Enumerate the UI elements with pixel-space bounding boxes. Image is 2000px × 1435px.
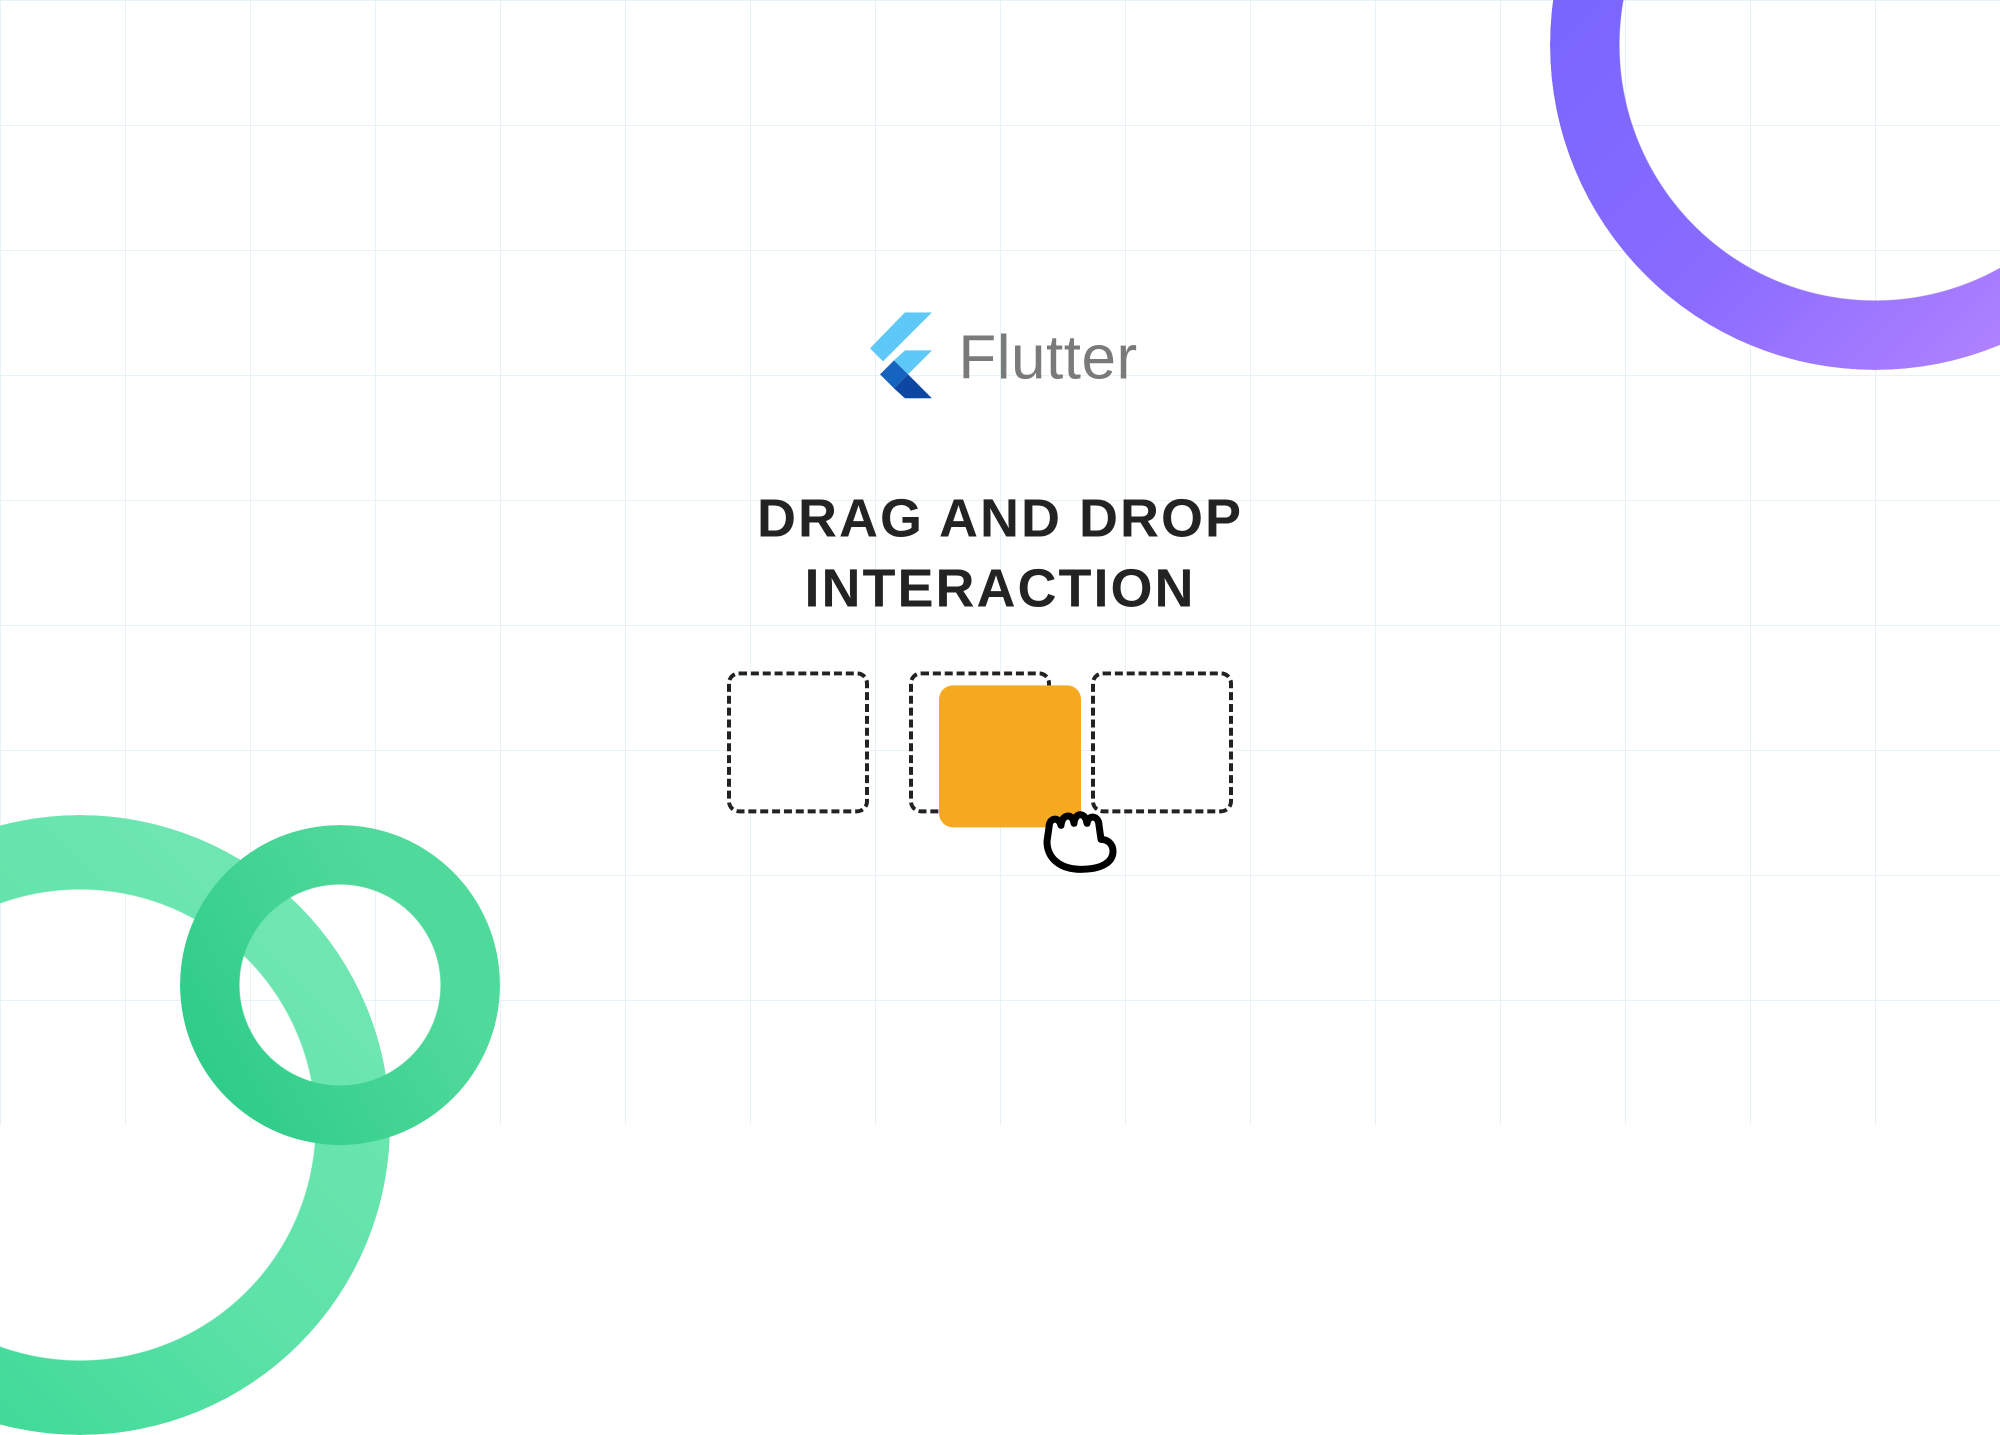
drop-zone-1[interactable] bbox=[727, 671, 869, 813]
page-title: DRAG AND DROP INTERACTION bbox=[757, 483, 1243, 623]
brand-name: Flutter bbox=[958, 322, 1137, 393]
flutter-logo-icon bbox=[862, 312, 932, 403]
decor-ring-green-small bbox=[180, 825, 500, 1145]
drop-zone-row bbox=[727, 671, 1273, 813]
title-line-2: INTERACTION bbox=[805, 558, 1196, 618]
brand-row: Flutter bbox=[862, 312, 1137, 403]
title-line-1: DRAG AND DROP bbox=[757, 488, 1243, 548]
content-stage: Flutter DRAG AND DROP INTERACTION bbox=[727, 312, 1273, 813]
